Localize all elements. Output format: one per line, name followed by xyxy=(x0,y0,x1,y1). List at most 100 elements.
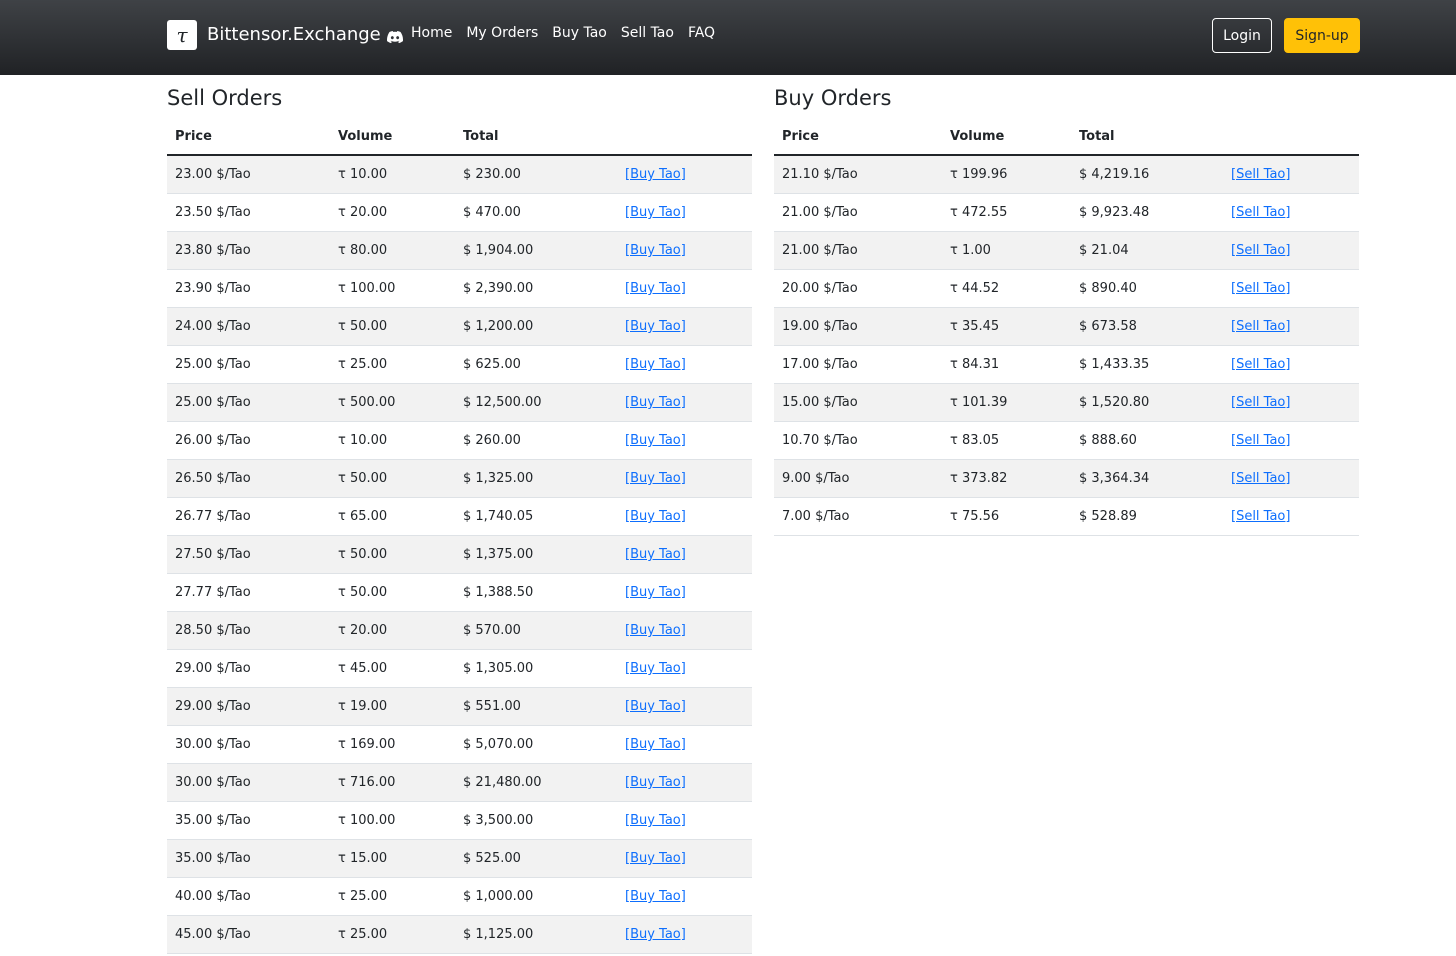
table-row: 23.90 $/Tao τ 100.00 $ 2,390.00 [Buy Tao] xyxy=(167,269,752,308)
volume-cell: τ 84.31 xyxy=(942,345,1071,384)
sell-tao-link[interactable]: [Sell Tao] xyxy=(1231,319,1290,334)
action-cell: [Buy Tao] xyxy=(617,687,752,726)
table-row: 35.00 $/Tao τ 15.00 $ 525.00 [Buy Tao] xyxy=(167,839,752,878)
table-row: 9.00 $/Tao τ 373.82 $ 3,364.34 [Sell Tao] xyxy=(774,459,1359,498)
action-cell: [Buy Tao] xyxy=(617,421,752,460)
price-cell: 25.00 $/Tao xyxy=(167,345,330,384)
brand-name: Bittensor.Exchange xyxy=(207,24,381,45)
nav-faq[interactable]: FAQ xyxy=(688,25,715,41)
volume-cell: τ 19.00 xyxy=(330,687,455,726)
signup-button[interactable]: Sign-up xyxy=(1284,18,1360,53)
table-row: 20.00 $/Tao τ 44.52 $ 890.40 [Sell Tao] xyxy=(774,269,1359,308)
table-row: 28.50 $/Tao τ 20.00 $ 570.00 [Buy Tao] xyxy=(167,611,752,650)
action-cell: [Buy Tao] xyxy=(617,649,752,688)
volume-cell: τ 83.05 xyxy=(942,421,1071,460)
action-cell: [Buy Tao] xyxy=(617,383,752,422)
sell-orders-table: Price Volume Total 23.00 $/Tao τ 10.00 $ 2… xyxy=(167,118,752,954)
volume-cell: τ 101.39 xyxy=(942,383,1071,422)
total-cell: $ 625.00 xyxy=(455,345,617,384)
buy-tao-link[interactable]: [Buy Tao] xyxy=(625,623,686,638)
action-cell: [Buy Tao] xyxy=(617,269,752,308)
price-cell: 40.00 $/Tao xyxy=(167,877,330,916)
volume-cell: τ 169.00 xyxy=(330,725,455,764)
buy-tao-link[interactable]: [Buy Tao] xyxy=(625,281,686,296)
price-cell: 30.00 $/Tao xyxy=(167,725,330,764)
buy-tao-link[interactable]: [Buy Tao] xyxy=(625,737,686,752)
sell-tao-link[interactable]: [Sell Tao] xyxy=(1231,471,1290,486)
buy-tao-link[interactable]: [Buy Tao] xyxy=(625,433,686,448)
action-cell: [Buy Tao] xyxy=(617,231,752,270)
buy-tao-link[interactable]: [Buy Tao] xyxy=(625,889,686,904)
volume-cell: τ 75.56 xyxy=(942,497,1071,536)
volume-cell: τ 716.00 xyxy=(330,763,455,802)
brand-link[interactable]: τ Bittensor.Exchange xyxy=(167,19,403,50)
table-row: 35.00 $/Tao τ 100.00 $ 3,500.00 [Buy Tao] xyxy=(167,801,752,840)
table-row: 15.00 $/Tao τ 101.39 $ 1,520.80 [Sell Tao] xyxy=(774,383,1359,422)
price-cell: 35.00 $/Tao xyxy=(167,801,330,840)
column-header-action xyxy=(617,118,752,156)
table-row: 27.50 $/Tao τ 50.00 $ 1,375.00 [Buy Tao] xyxy=(167,535,752,574)
buy-tao-link[interactable]: [Buy Tao] xyxy=(625,243,686,258)
table-row: 21.10 $/Tao τ 199.96 $ 4,219.16 [Sell Tao] xyxy=(774,155,1359,194)
action-cell: [Sell Tao] xyxy=(1223,231,1359,270)
sell-tao-link[interactable]: [Sell Tao] xyxy=(1231,205,1290,220)
price-cell: 45.00 $/Tao xyxy=(167,915,330,954)
sell-tao-link[interactable]: [Sell Tao] xyxy=(1231,167,1290,182)
volume-cell: τ 15.00 xyxy=(330,839,455,878)
main-nav: Home My Orders Buy Tao Sell Tao FAQ xyxy=(411,25,729,41)
buy-tao-link[interactable]: [Buy Tao] xyxy=(625,509,686,524)
sell-tao-link[interactable]: [Sell Tao] xyxy=(1231,509,1290,524)
sell-tao-link[interactable]: [Sell Tao] xyxy=(1231,357,1290,372)
sell-tao-link[interactable]: [Sell Tao] xyxy=(1231,243,1290,258)
buy-tao-link[interactable]: [Buy Tao] xyxy=(625,205,686,220)
discord-icon[interactable] xyxy=(386,30,403,44)
buy-tao-link[interactable]: [Buy Tao] xyxy=(625,585,686,600)
total-cell: $ 260.00 xyxy=(455,421,617,460)
buy-tao-link[interactable]: [Buy Tao] xyxy=(625,357,686,372)
price-cell: 9.00 $/Tao xyxy=(774,459,942,498)
buy-orders-body: 21.10 $/Tao τ 199.96 $ 4,219.16 [Sell Tao] 2… xyxy=(774,155,1359,536)
total-cell: $ 12,500.00 xyxy=(455,383,617,422)
sell-tao-link[interactable]: [Sell Tao] xyxy=(1231,433,1290,448)
column-header-total: Total xyxy=(455,118,617,156)
buy-tao-link[interactable]: [Buy Tao] xyxy=(625,851,686,866)
buy-tao-link[interactable]: [Buy Tao] xyxy=(625,775,686,790)
buy-tao-link[interactable]: [Buy Tao] xyxy=(625,395,686,410)
nav-buy-tao[interactable]: Buy Tao xyxy=(552,25,607,41)
total-cell: $ 9,923.48 xyxy=(1071,193,1223,232)
buy-tao-link[interactable]: [Buy Tao] xyxy=(625,927,686,942)
nav-home[interactable]: Home xyxy=(411,25,452,41)
price-cell: 19.00 $/Tao xyxy=(774,307,942,346)
buy-tao-link[interactable]: [Buy Tao] xyxy=(625,813,686,828)
total-cell: $ 551.00 xyxy=(455,687,617,726)
volume-cell: τ 80.00 xyxy=(330,231,455,270)
table-row: 26.00 $/Tao τ 10.00 $ 260.00 [Buy Tao] xyxy=(167,421,752,460)
nav-my-orders[interactable]: My Orders xyxy=(466,25,538,41)
sell-tao-link[interactable]: [Sell Tao] xyxy=(1231,281,1290,296)
login-button[interactable]: Login xyxy=(1212,18,1272,53)
buy-tao-link[interactable]: [Buy Tao] xyxy=(625,471,686,486)
total-cell: $ 21.04 xyxy=(1071,231,1223,270)
table-header-row: Price Volume Total xyxy=(774,118,1359,156)
table-header-row: Price Volume Total xyxy=(167,118,752,156)
action-cell: [Buy Tao] xyxy=(617,915,752,954)
price-cell: 21.00 $/Tao xyxy=(774,231,942,270)
price-cell: 27.77 $/Tao xyxy=(167,573,330,612)
table-row: 7.00 $/Tao τ 75.56 $ 528.89 [Sell Tao] xyxy=(774,497,1359,536)
table-row: 24.00 $/Tao τ 50.00 $ 1,200.00 [Buy Tao] xyxy=(167,307,752,346)
volume-cell: τ 25.00 xyxy=(330,345,455,384)
sell-tao-link[interactable]: [Sell Tao] xyxy=(1231,395,1290,410)
buy-tao-link[interactable]: [Buy Tao] xyxy=(625,661,686,676)
nav-sell-tao[interactable]: Sell Tao xyxy=(621,25,674,41)
total-cell: $ 230.00 xyxy=(455,155,617,194)
buy-tao-link[interactable]: [Buy Tao] xyxy=(625,547,686,562)
table-row: 30.00 $/Tao τ 716.00 $ 21,480.00 [Buy Tao] xyxy=(167,763,752,802)
price-cell: 29.00 $/Tao xyxy=(167,649,330,688)
table-row: 19.00 $/Tao τ 35.45 $ 673.58 [Sell Tao] xyxy=(774,307,1359,346)
volume-cell: τ 20.00 xyxy=(330,193,455,232)
buy-tao-link[interactable]: [Buy Tao] xyxy=(625,319,686,334)
price-cell: 25.00 $/Tao xyxy=(167,383,330,422)
buy-tao-link[interactable]: [Buy Tao] xyxy=(625,699,686,714)
table-row: 40.00 $/Tao τ 25.00 $ 1,000.00 [Buy Tao] xyxy=(167,877,752,916)
buy-tao-link[interactable]: [Buy Tao] xyxy=(625,167,686,182)
